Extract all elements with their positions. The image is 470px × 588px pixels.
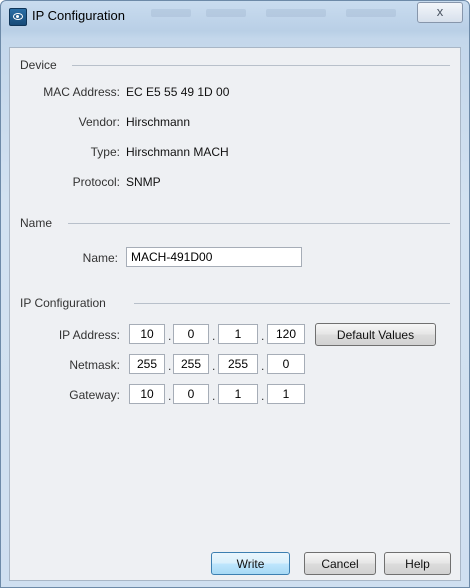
netmask-dot: . xyxy=(168,359,172,373)
background-ghost xyxy=(346,9,396,17)
background-ghost xyxy=(206,9,246,17)
title-bar: IP Configuration x xyxy=(1,1,469,31)
name-label: Name: xyxy=(82,251,118,265)
mac-address-label: MAC Address: xyxy=(43,85,120,99)
vendor-value: Hirschmann xyxy=(126,115,191,129)
ip-address-label: IP Address: xyxy=(58,328,120,342)
mac-address-value: EC E5 55 49 1D 00 xyxy=(126,85,230,99)
gateway-dot: . xyxy=(261,389,265,403)
window-title: IP Configuration xyxy=(32,8,125,23)
ip-octet-2[interactable] xyxy=(173,324,209,344)
gateway-dot: . xyxy=(212,389,216,403)
close-button[interactable]: x xyxy=(417,2,463,23)
background-ghost xyxy=(266,9,326,17)
name-divider xyxy=(68,223,450,224)
name-section-title: Name xyxy=(20,216,53,230)
netmask-octet-1[interactable] xyxy=(129,354,165,374)
cancel-button[interactable]: Cancel xyxy=(304,552,376,575)
netmask-octet-4[interactable] xyxy=(267,354,305,374)
app-eye-icon xyxy=(9,8,27,26)
gateway-octet-3[interactable] xyxy=(218,384,258,404)
netmask-octet-3[interactable] xyxy=(218,354,258,374)
type-value: Hirschmann MACH xyxy=(126,145,229,159)
default-values-button[interactable]: Default Values xyxy=(315,323,436,346)
name-input[interactable] xyxy=(126,247,302,267)
ip-divider xyxy=(134,303,450,304)
gateway-octet-2[interactable] xyxy=(173,384,209,404)
ip-dot: . xyxy=(168,329,172,343)
gateway-octet-1[interactable] xyxy=(129,384,165,404)
device-section-title: Device xyxy=(20,58,57,72)
help-button[interactable]: Help xyxy=(384,552,451,575)
protocol-label: Protocol: xyxy=(72,175,120,189)
netmask-dot: . xyxy=(261,359,265,373)
ip-octet-3[interactable] xyxy=(218,324,258,344)
gateway-label: Gateway: xyxy=(69,388,120,402)
ip-dot: . xyxy=(212,329,216,343)
write-button[interactable]: Write xyxy=(211,552,290,575)
dialog-body: Device MAC Address: EC E5 55 49 1D 00 Ve… xyxy=(9,47,461,581)
netmask-label: Netmask: xyxy=(69,358,120,372)
device-divider xyxy=(72,65,450,66)
background-ghost xyxy=(151,9,191,17)
ip-octet-4[interactable] xyxy=(267,324,305,344)
ip-octet-1[interactable] xyxy=(129,324,165,344)
type-label: Type: xyxy=(90,145,120,159)
gateway-dot: . xyxy=(168,389,172,403)
ip-configuration-dialog: IP Configuration x Device MAC Address: E… xyxy=(0,0,470,588)
ip-section-title: IP Configuration xyxy=(20,296,106,310)
netmask-dot: . xyxy=(212,359,216,373)
protocol-value: SNMP xyxy=(126,175,161,189)
gateway-octet-4[interactable] xyxy=(267,384,305,404)
ip-dot: . xyxy=(261,329,265,343)
netmask-octet-2[interactable] xyxy=(173,354,209,374)
vendor-label: Vendor: xyxy=(78,115,120,129)
